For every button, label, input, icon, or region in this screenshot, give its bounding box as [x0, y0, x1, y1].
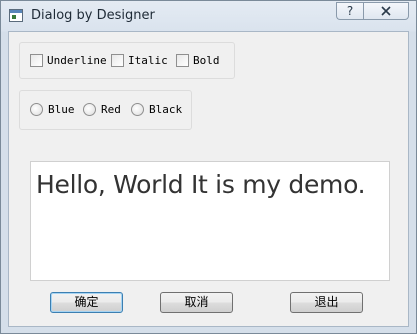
italic-checkbox[interactable]: Italic: [111, 54, 168, 67]
text-edit[interactable]: Hello, World It is my demo.: [30, 161, 390, 281]
bold-checkbox[interactable]: Bold: [176, 54, 220, 67]
radio-circle[interactable]: [30, 103, 43, 116]
bold-label: Bold: [193, 54, 220, 67]
exit-button[interactable]: 退出: [290, 292, 363, 313]
checkbox-box[interactable]: [30, 54, 43, 67]
color-options-group: Blue Red Black: [19, 90, 192, 130]
close-button[interactable]: [363, 2, 409, 20]
dialog-window: Dialog by Designer ? Underline Italic Bo…: [0, 0, 417, 334]
radio-circle[interactable]: [131, 103, 144, 116]
close-icon: [381, 6, 391, 16]
help-button[interactable]: ?: [336, 2, 363, 20]
red-radio[interactable]: Red: [83, 103, 121, 116]
style-options-group: Underline Italic Bold: [19, 42, 235, 79]
blue-radio[interactable]: Blue: [30, 103, 75, 116]
cancel-button[interactable]: 取消: [160, 292, 233, 313]
red-label: Red: [101, 103, 121, 116]
radio-circle[interactable]: [83, 103, 96, 116]
black-label: Black: [149, 103, 183, 116]
app-icon: [9, 9, 23, 22]
underline-label: Underline: [47, 54, 107, 67]
italic-label: Italic: [128, 54, 168, 67]
text-edit-content[interactable]: Hello, World It is my demo.: [36, 170, 366, 199]
black-radio[interactable]: Black: [131, 103, 182, 116]
title-bar[interactable]: Dialog by Designer ?: [1, 1, 416, 31]
underline-checkbox[interactable]: Underline: [30, 54, 107, 67]
help-icon: ?: [346, 4, 354, 18]
window-title: Dialog by Designer: [31, 8, 155, 23]
checkbox-box[interactable]: [176, 54, 189, 67]
dialog-client-area: Underline Italic Bold Blue Red Black Hel…: [8, 31, 409, 327]
checkbox-box[interactable]: [111, 54, 124, 67]
ok-button[interactable]: 确定: [50, 292, 123, 313]
blue-label: Blue: [48, 103, 75, 116]
